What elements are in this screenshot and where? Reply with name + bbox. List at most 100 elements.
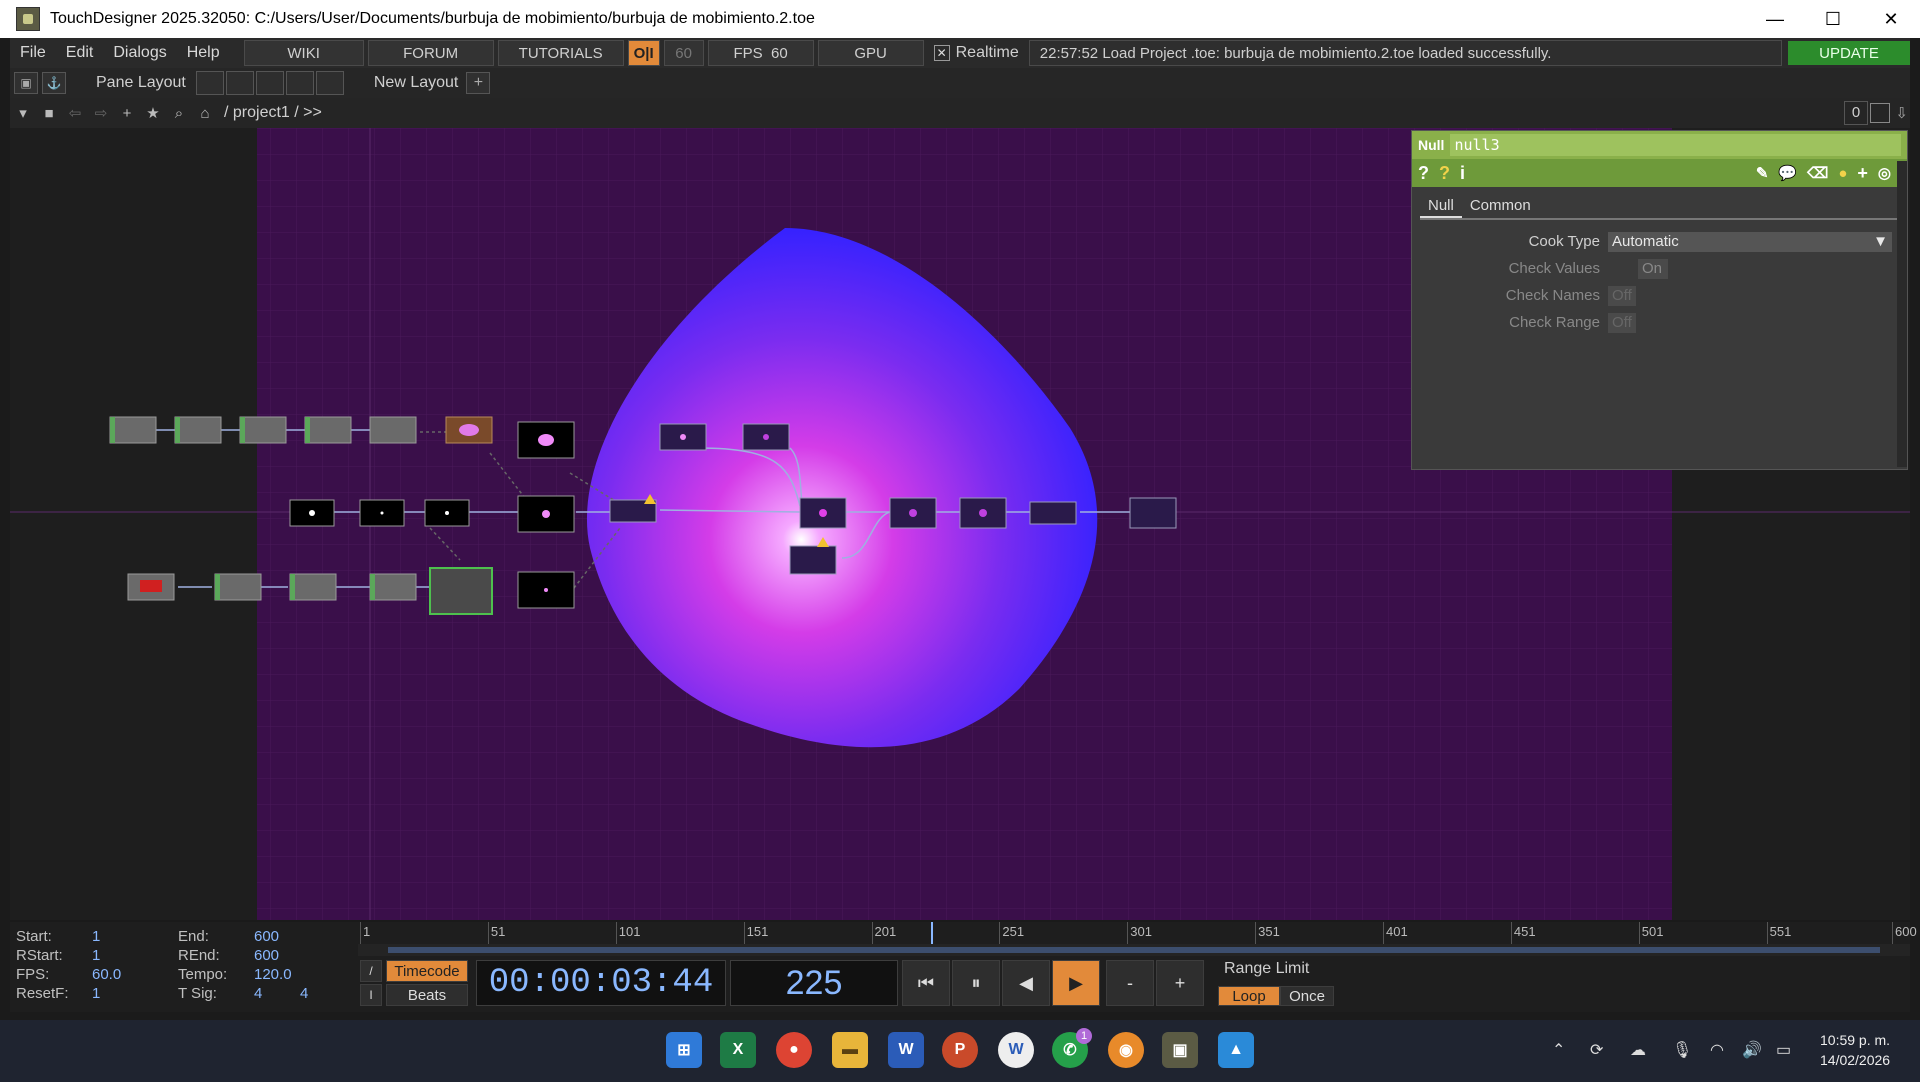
plus-icon[interactable]: + xyxy=(114,101,140,125)
volume-icon[interactable]: 🔊 xyxy=(1742,1040,1762,1060)
maximize-pane-icon[interactable] xyxy=(1870,103,1890,123)
beats-button[interactable]: Beats xyxy=(386,984,468,1006)
range-bar[interactable] xyxy=(388,947,1880,953)
wifi-icon[interactable]: ◠ xyxy=(1710,1040,1724,1060)
python-icon[interactable]: ● xyxy=(1838,165,1847,182)
step-minus-button[interactable]: - xyxy=(1106,960,1154,1006)
excel-icon[interactable]: X xyxy=(720,1032,756,1068)
gpu-button[interactable]: GPU xyxy=(817,40,924,66)
ruler-tick-line xyxy=(1255,922,1257,944)
help-icon[interactable]: ? xyxy=(1418,163,1429,184)
timeline-scrubber[interactable] xyxy=(358,944,1910,956)
clock-date[interactable]: 14/02/2026 xyxy=(1820,1052,1890,1068)
range-limit-label: Range Limit xyxy=(1224,960,1310,977)
battery-icon[interactable]: ▭ xyxy=(1776,1040,1791,1060)
rstart-value[interactable]: 1 xyxy=(92,947,100,964)
operator-name-field[interactable]: null3 xyxy=(1450,134,1901,156)
rewind-icon[interactable]: ⏮ xyxy=(902,960,950,1006)
layout-vsplit-button[interactable] xyxy=(225,71,254,95)
step-plus-button[interactable]: + xyxy=(1156,960,1204,1006)
slash-icon[interactable]: / xyxy=(360,960,382,982)
play-icon[interactable]: ▶ xyxy=(1052,960,1100,1006)
forum-button[interactable]: FORUM xyxy=(367,40,494,66)
file-explorer-icon[interactable]: ▬ xyxy=(832,1032,868,1068)
add-layout-button[interactable]: + xyxy=(466,72,491,94)
end-value[interactable]: 600 xyxy=(254,928,279,945)
menu-help[interactable]: Help xyxy=(177,44,230,62)
menu-file[interactable]: File xyxy=(10,44,56,62)
bar-icon[interactable]: I xyxy=(360,984,382,1006)
info-icon[interactable]: i xyxy=(1460,163,1465,184)
wattpad-icon[interactable]: W xyxy=(998,1032,1034,1068)
back-icon[interactable]: ⇦ xyxy=(62,101,88,125)
param-scrollbar[interactable] xyxy=(1897,161,1907,467)
microphone-icon[interactable]: 🎙 xyxy=(1672,1040,1692,1060)
tsig-denominator[interactable]: 4 xyxy=(300,985,308,1002)
minimize-button[interactable]: — xyxy=(1746,0,1804,38)
maximize-button[interactable]: ☐ xyxy=(1804,0,1862,38)
close-button[interactable]: ✕ xyxy=(1862,0,1920,38)
onedrive-icon[interactable]: ☁ xyxy=(1630,1040,1646,1060)
chevron-down-icon[interactable]: ▾ xyxy=(10,101,36,125)
fps-cap-field[interactable]: 60 xyxy=(663,40,704,66)
menu-dialogs[interactable]: Dialogs xyxy=(103,44,176,62)
add-icon[interactable]: + xyxy=(1857,163,1868,184)
frame-display[interactable]: 225 xyxy=(730,960,898,1006)
resetf-value[interactable]: 1 xyxy=(92,985,100,1002)
powerpoint-icon[interactable]: P xyxy=(942,1032,978,1068)
pause-icon[interactable]: ⏸ xyxy=(952,960,1000,1006)
realtime-checkbox[interactable]: ✕ xyxy=(933,45,950,61)
touchdesigner-taskbar-icon[interactable]: ▣ xyxy=(1162,1032,1198,1068)
cook-type-dropdown[interactable]: Automatic ▼ xyxy=(1608,231,1892,252)
layout-hsplit-button[interactable] xyxy=(255,71,284,95)
stop-icon[interactable]: ■ xyxy=(36,101,62,125)
tutorials-button[interactable]: TUTORIALS xyxy=(497,40,624,66)
python-help-icon[interactable]: ? xyxy=(1439,163,1450,184)
tab-common[interactable]: Common xyxy=(1462,195,1539,218)
playhead[interactable] xyxy=(931,922,934,944)
rend-value[interactable]: 600 xyxy=(254,947,279,964)
update-button[interactable]: UPDATE xyxy=(1788,41,1910,65)
start-value[interactable]: 1 xyxy=(92,928,100,945)
oi-toggle[interactable]: O|I xyxy=(627,40,660,66)
check-values-toggle[interactable]: On xyxy=(1638,258,1668,279)
loop-button[interactable]: Loop xyxy=(1218,986,1280,1006)
pane-down-icon[interactable]: ⇩ xyxy=(1895,104,1908,122)
step-back-icon[interactable]: ◀ xyxy=(1002,960,1050,1006)
search-icon[interactable]: ⌕ xyxy=(166,101,192,125)
target-icon[interactable]: ◎ xyxy=(1878,164,1891,182)
check-names-toggle[interactable]: Off xyxy=(1608,285,1636,306)
menu-edit[interactable]: Edit xyxy=(56,44,104,62)
fps-setting-value[interactable]: 60.0 xyxy=(92,966,121,983)
word-icon[interactable]: W xyxy=(888,1032,924,1068)
comment-icon[interactable]: 💬 xyxy=(1778,164,1797,182)
clock-time[interactable]: 10:59 p. m. xyxy=(1820,1032,1890,1048)
star-icon[interactable]: ★ xyxy=(140,101,166,125)
start-icon[interactable]: ⊞ xyxy=(666,1032,702,1068)
network-path[interactable]: / project1 / >> xyxy=(224,104,322,122)
image-icon[interactable]: ▣ xyxy=(14,72,38,94)
resetf-label: ResetF: xyxy=(16,985,69,1002)
layout-triple-button[interactable] xyxy=(285,71,314,95)
tempo-value[interactable]: 120.0 xyxy=(254,966,292,983)
chrome-icon[interactable]: ● xyxy=(776,1032,812,1068)
forward-icon[interactable]: ⇨ xyxy=(88,101,114,125)
blender-icon[interactable]: ◉ xyxy=(1108,1032,1144,1068)
wiki-button[interactable]: WIKI xyxy=(243,40,364,66)
timeline-ruler[interactable]: 1 51 101 151 201 251 301 351 401 451 501 551 600 xyxy=(358,922,1917,945)
pencil-icon[interactable]: ✎ xyxy=(1756,164,1769,182)
anchor-icon[interactable]: ⚓ xyxy=(42,72,66,94)
eraser-icon[interactable]: ⌫ xyxy=(1807,164,1828,182)
timecode-button[interactable]: Timecode xyxy=(386,960,468,982)
sync-icon[interactable]: ⟳ xyxy=(1590,1040,1603,1060)
layout-single-button[interactable] xyxy=(195,71,224,95)
layout-quad-button[interactable] xyxy=(315,71,344,95)
check-range-toggle[interactable]: Off xyxy=(1608,312,1636,333)
photos-icon[interactable]: ▲ xyxy=(1218,1032,1254,1068)
tray-chevron-up-icon[interactable]: ⌃ xyxy=(1552,1040,1565,1060)
timecode-display[interactable]: 00:00:03:44 xyxy=(476,960,726,1006)
home-icon[interactable]: ⌂ xyxy=(192,101,218,125)
tab-null[interactable]: Null xyxy=(1420,195,1462,218)
once-button[interactable]: Once xyxy=(1280,986,1334,1006)
tsig-numerator[interactable]: 4 xyxy=(254,985,262,1002)
